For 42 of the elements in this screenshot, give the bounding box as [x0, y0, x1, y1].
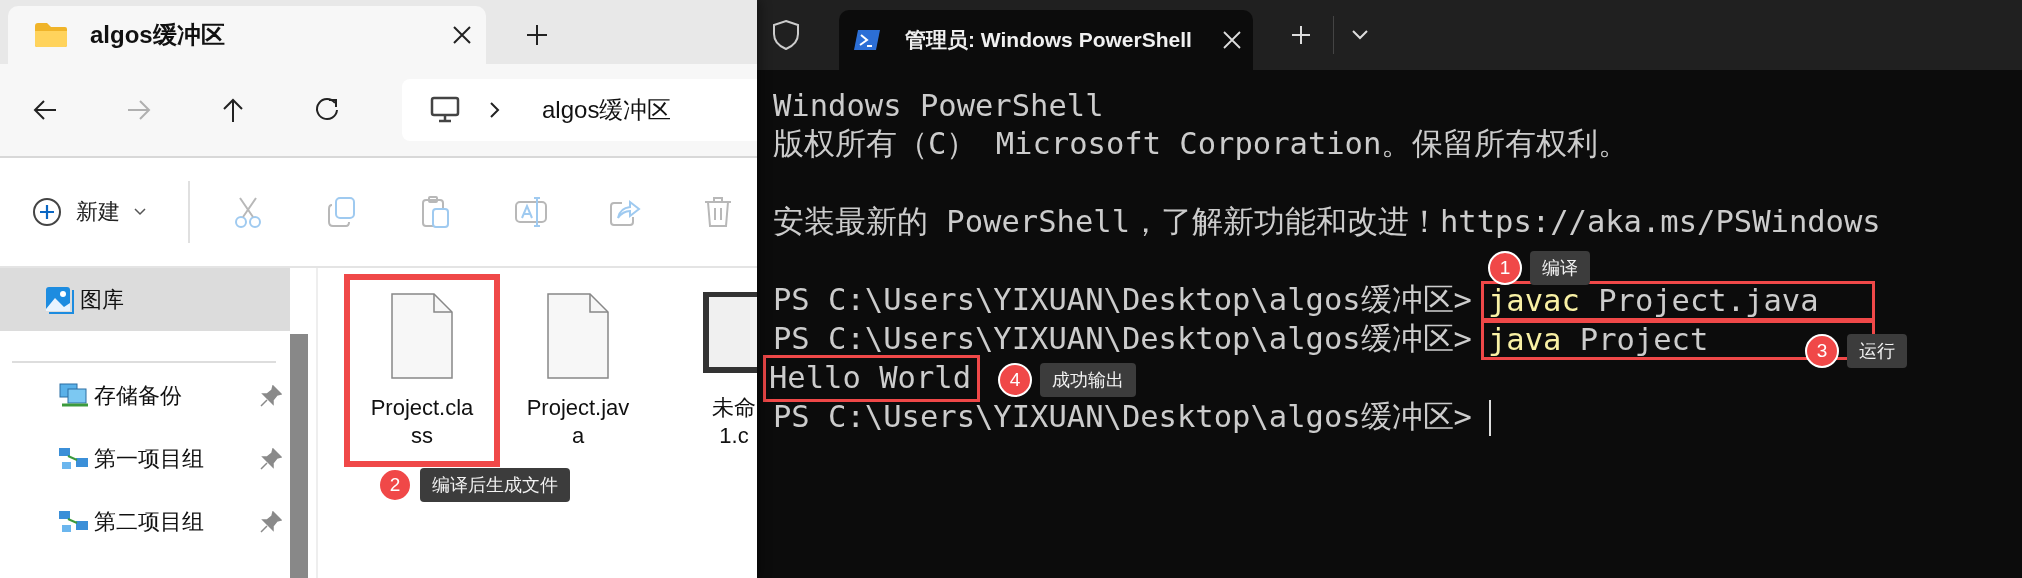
file-name: Project.cla ss [370, 394, 474, 449]
output-text: Hello World [763, 355, 980, 402]
output-text: Windows PowerShell [772, 87, 1105, 125]
plus-circle-icon [32, 197, 62, 227]
document-icon [390, 292, 454, 380]
computer-icon [430, 96, 460, 124]
file-item[interactable]: Project.cla ss [344, 274, 500, 467]
sidebar-item[interactable]: 存储备份 [0, 364, 290, 427]
file-item[interactable]: Project.jav a [500, 274, 656, 467]
powershell-icon [853, 29, 881, 51]
new-button[interactable]: 新建 [32, 191, 146, 233]
document-icon [546, 292, 610, 380]
folder-icon [34, 22, 68, 48]
terminal-tab[interactable]: 管理员: Windows PowerShell [839, 10, 1253, 70]
callout-label: 编译 [1530, 251, 1590, 285]
caret-icon [134, 208, 146, 216]
file-item[interactable]: 未命 1.c [656, 274, 757, 467]
file-name: 未命 1.c [712, 394, 756, 449]
tab-title: 管理员: Windows PowerShell [905, 27, 1193, 53]
shield-icon [771, 19, 801, 51]
folder-tab[interactable]: algos缓冲区 [8, 6, 486, 64]
address-bar[interactable]: algos缓冲区 [402, 79, 757, 141]
callout-label: 运行 [1847, 334, 1907, 368]
callout-label: 编译后生成文件 [420, 468, 570, 502]
sidebar-item[interactable]: 图库 [0, 268, 290, 331]
breadcrumb[interactable]: algos缓冲区 [542, 94, 672, 126]
scrollbar-thumb[interactable] [290, 334, 308, 578]
refresh-icon[interactable] [314, 97, 340, 123]
file-name: Project.jav a [526, 394, 630, 449]
close-icon[interactable] [452, 25, 472, 45]
tab-title: algos缓冲区 [90, 20, 226, 50]
chevron-icon [488, 101, 500, 119]
prompt-text: PS C:\Users\YIXUAN\Desktop\algos缓冲区> [772, 281, 1473, 319]
sidebar-item[interactable]: 第二项目组 [0, 490, 290, 553]
callout-label: 成功输出 [1040, 363, 1136, 397]
output-text: 安装最新的 PowerShell，了解新功能和改进！https://aka.ms/PSWindows [772, 203, 1882, 241]
gallery-icon [44, 284, 76, 315]
prompt-text: PS C:\Users\YIXUAN\Desktop\algos缓冲区> [772, 320, 1473, 358]
new-tab-icon[interactable] [526, 24, 548, 46]
sidebar-item[interactable]: 第一项目组 [0, 427, 290, 490]
output-text: 版权所有（C） Microsoft Corporation。保留所有权利。 [772, 125, 1631, 163]
dropdown-icon[interactable] [1352, 30, 1368, 40]
